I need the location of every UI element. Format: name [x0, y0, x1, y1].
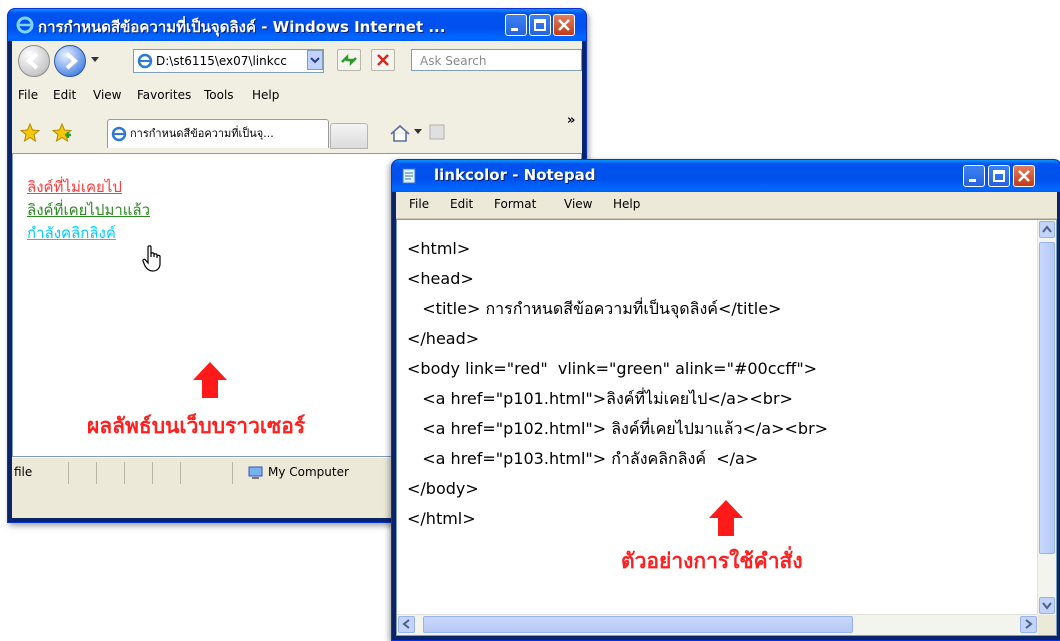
notepad-minimize-button[interactable] [963, 165, 985, 187]
code-line: <a href="p101.html">ลิงค์ที่ไม่เคยไป</a>… [407, 389, 793, 408]
feeds-icon[interactable] [429, 124, 445, 140]
stop-button[interactable] [371, 49, 395, 71]
scroll-down-button[interactable] [1039, 597, 1055, 614]
link-visited[interactable]: ลิงค์ที่เคยไปมาแล้ว [27, 198, 150, 222]
code-line: </html> [407, 509, 476, 528]
ie-menu-bar: File Edit View Favorites Tools Help [12, 79, 582, 114]
vertical-scroll-thumb[interactable] [1039, 242, 1055, 554]
status-divider [68, 462, 69, 484]
link-unvisited[interactable]: ลิงค์ที่ไม่เคยไป [27, 175, 122, 199]
address-bar[interactable]: D:\st6115\ex07\linkcc [133, 49, 324, 73]
code-line: </head> [407, 329, 480, 348]
ie-logo-icon [16, 16, 34, 34]
close-button[interactable] [553, 14, 575, 36]
back-button[interactable] [18, 45, 50, 77]
red-up-arrow-icon [193, 362, 227, 398]
horizontal-scroll-thumb[interactable] [423, 616, 853, 633]
address-dropdown-button[interactable] [307, 50, 323, 70]
minimize-icon [511, 28, 518, 31]
code-line: <title> การกำหนดสีข้อความที่เป็นจุดลิงค์… [407, 299, 782, 318]
status-divider [232, 462, 233, 484]
security-zone-label: My Computer [268, 465, 349, 479]
np-menu-view[interactable]: View [564, 197, 592, 211]
status-divider [180, 462, 181, 484]
maximize-button[interactable] [529, 14, 551, 36]
np-menu-help[interactable]: Help [613, 197, 640, 211]
chevron-left-icon [402, 619, 410, 629]
menu-view[interactable]: View [93, 88, 121, 102]
new-tab-button[interactable] [330, 123, 368, 149]
toolbar-overflow-chevron[interactable]: » [567, 113, 575, 128]
status-divider [152, 462, 153, 484]
refresh-icon [341, 53, 357, 67]
notepad-titlebar[interactable]: linkcolor - Notepad [392, 160, 1060, 192]
notepad-icon [402, 168, 416, 184]
code-line: <html> [407, 239, 471, 258]
notepad-window-title: linkcolor - Notepad [434, 166, 596, 184]
status-divider [124, 462, 125, 484]
add-favorites-icon[interactable] [52, 123, 72, 143]
command-example-caption: ตัวอย่างการใช้คำสั่ง [621, 549, 803, 573]
scroll-right-button[interactable] [1020, 616, 1037, 633]
np-menu-file[interactable]: File [409, 197, 429, 211]
tab-page-icon [111, 126, 127, 142]
browser-result-caption: ผลลัพธ์บนเว็บบราวเซอร์ [87, 414, 306, 438]
my-computer-icon [248, 466, 263, 479]
source-code: <html> <head> <title> การกำหนดสีข้อความท… [407, 234, 828, 534]
menu-favorites[interactable]: Favorites [137, 88, 191, 102]
back-arrow-icon [25, 52, 39, 70]
favorites-star-icon[interactable] [20, 123, 40, 143]
vertical-scrollbar[interactable] [1037, 220, 1056, 615]
chevron-right-icon [1025, 619, 1033, 629]
ie-titlebar[interactable]: การกำหนดสีข้อความที่เป็นจุดลิงค์ - Windo… [8, 9, 586, 41]
forward-button[interactable] [54, 45, 86, 77]
stop-icon [377, 54, 389, 66]
menu-file[interactable]: File [18, 88, 38, 102]
tab-title: การกำหนดสีข้อความที่เป็นจุ... [130, 127, 274, 140]
tab-current-page[interactable]: การกำหนดสีข้อความที่เป็นจุ... [107, 119, 329, 148]
code-line: <body link="red" vlink="green" alink="#0… [407, 359, 818, 378]
history-dropdown-icon[interactable] [90, 56, 100, 64]
status-divider [96, 462, 97, 484]
navigation-bar: D:\st6115\ex07\linkcc Ask Search [12, 41, 582, 80]
chevron-down-icon [310, 57, 320, 64]
close-icon [558, 19, 570, 31]
red-up-arrow-icon [709, 500, 743, 536]
close-icon [1018, 170, 1030, 182]
chevron-up-icon [1042, 225, 1052, 233]
notepad-maximize-button[interactable] [988, 165, 1010, 187]
menu-tools[interactable]: Tools [204, 88, 234, 102]
np-menu-format[interactable]: Format [494, 197, 536, 211]
menu-edit[interactable]: Edit [53, 88, 76, 102]
address-text: D:\st6115\ex07\linkcc [156, 54, 287, 68]
forward-arrow-icon [65, 52, 79, 70]
menu-help[interactable]: Help [252, 88, 279, 102]
code-line: <a href="p103.html"> กำลังคลิกลิงค์ </a> [407, 449, 759, 468]
home-icon[interactable] [389, 123, 411, 143]
notepad-menu-bar: File Edit Format View Help [396, 192, 1057, 219]
code-line: <head> [407, 269, 474, 288]
hand-cursor-icon [142, 245, 161, 272]
scroll-left-button[interactable] [398, 616, 415, 633]
scroll-up-button[interactable] [1039, 221, 1055, 238]
status-text: file [14, 465, 33, 479]
refresh-button[interactable] [337, 49, 361, 71]
maximize-icon [993, 170, 1005, 182]
horizontal-scrollbar[interactable] [397, 614, 1038, 635]
favorites-bar: การกำหนดสีข้อความที่เป็นจุ... » [12, 113, 582, 154]
chevron-down-icon [1042, 602, 1052, 610]
minimize-icon [969, 179, 976, 182]
page-icon [137, 53, 153, 69]
np-menu-edit[interactable]: Edit [450, 197, 473, 211]
code-line: </body> [407, 479, 479, 498]
link-active[interactable]: กำลังคลิกลิงค์ [27, 221, 116, 245]
code-line: <a href="p102.html"> ลิงค์ที่เคยไปมาแล้ว… [407, 419, 829, 438]
home-dropdown-icon[interactable] [414, 129, 422, 135]
resize-grip[interactable] [1038, 615, 1056, 635]
notepad-close-button[interactable] [1013, 165, 1035, 187]
ie-window-title: การกำหนดสีข้อความที่เป็นจุดลิงค์ - Windo… [38, 18, 446, 36]
minimize-button[interactable] [505, 14, 527, 36]
maximize-icon [534, 19, 546, 31]
search-input[interactable]: Ask Search [411, 49, 582, 71]
